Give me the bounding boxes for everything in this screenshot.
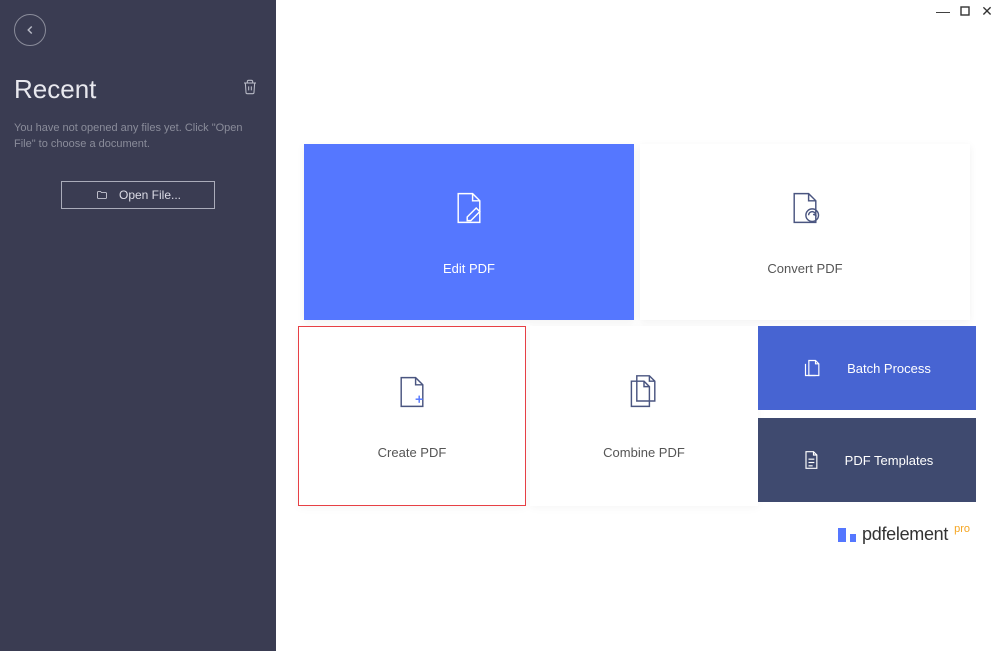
minimize-button[interactable]: — — [936, 4, 950, 18]
top-tiles: Edit PDF Convert PDF — [304, 144, 970, 320]
brand-logo: pdfelement pro — [838, 524, 970, 545]
combine-pdf-tile[interactable]: Combine PDF — [530, 326, 758, 506]
create-pdf-tile[interactable]: Create PDF — [298, 326, 526, 506]
brand-suffix: pro — [954, 523, 970, 535]
create-pdf-label: Create PDF — [378, 445, 447, 460]
brand-mark-icon — [838, 528, 856, 542]
pdf-templates-icon — [801, 449, 821, 471]
clear-recent-button[interactable] — [238, 74, 262, 105]
recent-empty-message: You have not opened any files yet. Click… — [14, 121, 262, 153]
edit-pdf-label: Edit PDF — [443, 261, 495, 276]
batch-process-label: Batch Process — [847, 361, 931, 376]
batch-process-tile[interactable]: Batch Process — [758, 326, 976, 410]
window-controls: — ✕ — [936, 4, 994, 18]
main-panel: — ✕ Edit PDF Convert PDF Create PDF Comb… — [276, 0, 1000, 651]
convert-pdf-icon — [787, 189, 823, 227]
open-file-button[interactable]: Open File... — [61, 181, 215, 209]
bottom-tiles: Create PDF Combine PDF Batch Process PDF… — [298, 326, 976, 506]
folder-icon — [95, 189, 109, 201]
convert-pdf-label: Convert PDF — [767, 261, 842, 276]
side-tiles: Batch Process PDF Templates — [758, 326, 976, 506]
close-button[interactable]: ✕ — [980, 4, 994, 18]
recent-header: Recent — [14, 74, 262, 105]
open-file-label: Open File... — [119, 188, 181, 202]
combine-pdf-label: Combine PDF — [603, 445, 685, 460]
pdf-templates-label: PDF Templates — [845, 453, 934, 468]
create-pdf-icon — [394, 373, 430, 411]
edit-pdf-tile[interactable]: Edit PDF — [304, 144, 634, 320]
trash-icon — [242, 78, 258, 96]
sidebar: Recent You have not opened any files yet… — [0, 0, 276, 651]
edit-pdf-icon — [451, 189, 487, 227]
pdf-templates-tile[interactable]: PDF Templates — [758, 418, 976, 502]
maximize-button[interactable] — [958, 4, 972, 18]
chevron-left-icon — [23, 23, 37, 37]
back-button[interactable] — [14, 14, 46, 46]
batch-process-icon — [803, 357, 823, 379]
brand-name: pdfelement — [862, 524, 948, 545]
recent-title: Recent — [14, 74, 96, 105]
combine-pdf-icon — [626, 373, 662, 411]
convert-pdf-tile[interactable]: Convert PDF — [640, 144, 970, 320]
